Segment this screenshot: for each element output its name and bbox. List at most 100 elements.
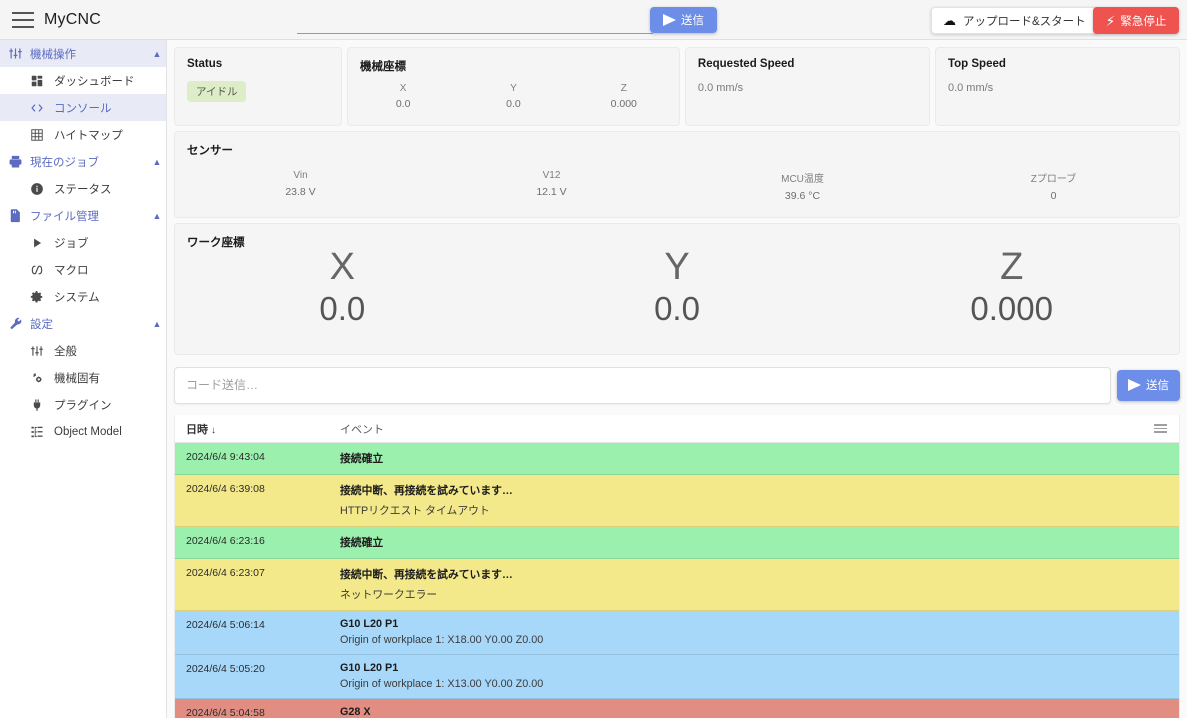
sidebar-item-ハイトマップ[interactable]: ハイトマップ (0, 121, 166, 148)
machine-axis-value: 0.0 (395, 98, 411, 110)
send-command-button[interactable]: 送信 (650, 7, 717, 33)
log-row-date: 2024/6/4 5:04:58 (186, 707, 265, 718)
chevron-up-icon[interactable]: ▲ (148, 49, 166, 59)
column-header-date-label: 日時 (186, 423, 208, 436)
console-send-button[interactable]: 送信 (1117, 369, 1180, 401)
sidebar-item-Object-Model[interactable]: Object Model (0, 418, 166, 445)
sensor-name: Vin (293, 170, 308, 181)
sidebar-group-機械操作[interactable]: 機械操作 ▲ (0, 40, 166, 67)
sidebar-item-マクロ[interactable]: マクロ (0, 256, 166, 283)
log-row-body: 接続中断、再接続を試みています… HTTPリクエスト タイムアウト (340, 482, 1179, 518)
console-code-input[interactable] (174, 366, 1111, 404)
sort-desc-icon: ↓ (211, 424, 216, 436)
log-row-body: G10 L20 P1 Origin of workplace 1: X13.00 … (340, 662, 1179, 690)
table-row[interactable]: 2024/6/4 6:23:07 接続中断、再接続を試みています… ネットワークエラ… (175, 559, 1179, 611)
sliders-icon (30, 344, 54, 358)
sensor-value: 23.8 V (285, 186, 316, 198)
sidebar-item-プラグイン[interactable]: プラグイン (0, 391, 166, 418)
code-icon (30, 101, 54, 115)
column-header-date[interactable]: 日時 ↓ (175, 421, 340, 437)
sidebar-item-label: プラグイン (54, 399, 112, 412)
sensor-name: V12 (542, 170, 561, 181)
machine-axes: X 0.0 Y 0.0 Z 0.000 (348, 83, 679, 110)
table-row[interactable]: 2024/6/4 5:05:20 G10 L20 P1 Origin of work… (175, 655, 1179, 699)
sidebar-item-label: Object Model (54, 425, 122, 438)
console-input-row: 送信 (174, 366, 1180, 404)
emergency-stop-button[interactable]: ⚡ 緊急停止 (1093, 7, 1179, 34)
status-card: Status アイドル (174, 47, 342, 126)
grid-icon (30, 128, 54, 142)
work-axes: X 0.0 Y 0.0 Z 0.000 (175, 246, 1179, 328)
sidebar-item-全般[interactable]: 全般 (0, 337, 166, 364)
tree-icon (30, 425, 54, 439)
sidebar-item-システム[interactable]: システム (0, 283, 166, 310)
log-row-title: 接続確立 (340, 453, 384, 465)
log-row-title: 接続確立 (340, 537, 384, 549)
sidebar-item-label: 機械固有 (54, 372, 100, 385)
sidebar-item-label: ステータス (54, 183, 112, 196)
command-input[interactable] (297, 6, 653, 34)
sidebar-item-label: マクロ (54, 264, 89, 277)
chevron-up-icon[interactable]: ▲ (148, 157, 166, 167)
send-command-label: 送信 (681, 15, 704, 27)
machine-axis-name: X (399, 83, 407, 94)
main-content: Status アイドル 機械座標 X 0.0 Y 0.0 Z 0.000 Requeste… (167, 40, 1187, 718)
cloud-upload-icon: ☁ (943, 13, 956, 28)
machine-coordinates-card: 機械座標 X 0.0 Y 0.0 Z 0.000 (346, 47, 680, 126)
sensor-name: Zプローブ (1030, 174, 1077, 185)
status-cards-row: Status アイドル 機械座標 X 0.0 Y 0.0 Z 0.000 Requeste… (174, 47, 1180, 126)
sidebar-item-label: ハイトマップ (54, 129, 123, 142)
log-row-detail: ネットワークエラー (340, 589, 438, 601)
table-row[interactable]: 2024/6/4 9:43:04 接続確立 (175, 443, 1179, 475)
upload-and-start-label: アップロード&スタート (963, 15, 1086, 28)
sidebar-item-ダッシュボード[interactable]: ダッシュボード (0, 67, 166, 94)
log-row-date: 2024/6/4 9:43:04 (186, 451, 265, 463)
sidebar-group-ファイル管理[interactable]: ファイル管理 ▲ (0, 202, 166, 229)
machine-axis-name: Y (510, 83, 517, 94)
sidebar-item-label: システム (54, 291, 100, 304)
sidebar-item-コンソール[interactable]: コンソール (0, 94, 166, 121)
command-input-wrapper (297, 6, 653, 34)
sidebar-item-ステータス[interactable]: ステータス (0, 175, 166, 202)
status-badge: アイドル (187, 81, 247, 102)
work-axis-name: Z (1000, 246, 1024, 288)
sidebar: 機械操作 ▲ ダッシュボードコンソールハイトマップ現在のジョブ ▲ ステータスファイル管… (0, 40, 167, 718)
log-row-body: 接続確立 (340, 450, 1179, 466)
menu-icon[interactable] (1154, 424, 1167, 433)
work-axis-name: X (329, 246, 356, 288)
log-row-body: G28 XError: Failed to home axes X (340, 706, 1179, 718)
sensor-name: MCU温度 (781, 174, 824, 185)
requested-speed-card: Requested Speed 0.0 mm/s (684, 47, 930, 126)
log-row-title: 接続中断、再接続を試みています… (340, 569, 513, 581)
work-axis-name: Y (664, 246, 690, 288)
chevron-up-icon[interactable]: ▲ (148, 319, 166, 329)
log-row-date: 2024/6/4 6:39:08 (186, 483, 265, 495)
machine-axis-X: X 0.0 (348, 83, 458, 110)
status-card-title: Status (187, 58, 223, 70)
table-row[interactable]: 2024/6/4 5:04:58 G28 XError: Failed to ho… (175, 699, 1179, 718)
sliders-icon (8, 46, 30, 61)
log-row-title: 接続中断、再接続を試みています… (340, 485, 513, 497)
machine-axis-value: 0.000 (610, 98, 637, 110)
sidebar-item-ジョブ[interactable]: ジョブ (0, 229, 166, 256)
machine-coordinates-title: 機械座標 (359, 61, 406, 73)
column-header-event[interactable]: イベント (340, 421, 384, 437)
log-row-body: G10 L20 P1 Origin of workplace 1: X18.00 … (340, 618, 1179, 646)
chevron-up-icon[interactable]: ▲ (148, 211, 166, 221)
machine-axis-Y: Y 0.0 (458, 83, 568, 110)
table-row[interactable]: 2024/6/4 5:06:14 G10 L20 P1 Origin of work… (175, 611, 1179, 655)
hamburger-icon[interactable] (12, 11, 34, 28)
sidebar-group-設定[interactable]: 設定 ▲ (0, 310, 166, 337)
top-app-bar: MyCNC 送信 ☁ アップロード&スタート ⚡ 緊急停止 (0, 0, 1187, 40)
machine-axis-value: 0.0 (506, 98, 521, 110)
upload-and-start-button[interactable]: ☁ アップロード&スタート (931, 7, 1098, 34)
sidebar-group-label: 現在のジョブ (30, 156, 99, 169)
log-row-detail: Origin of workplace 1: X13.00 Y0.00 Z0.0… (340, 678, 544, 690)
log-row-date: 2024/6/4 5:06:14 (186, 619, 265, 631)
sidebar-item-label: ダッシュボード (54, 75, 135, 88)
plug-icon (30, 398, 54, 412)
sidebar-item-機械固有[interactable]: 機械固有 (0, 364, 166, 391)
sidebar-group-現在のジョブ[interactable]: 現在のジョブ ▲ (0, 148, 166, 175)
table-row[interactable]: 2024/6/4 6:39:08 接続中断、再接続を試みています… HTTPリクエス… (175, 475, 1179, 527)
table-row[interactable]: 2024/6/4 6:23:16 接続確立 (175, 527, 1179, 559)
